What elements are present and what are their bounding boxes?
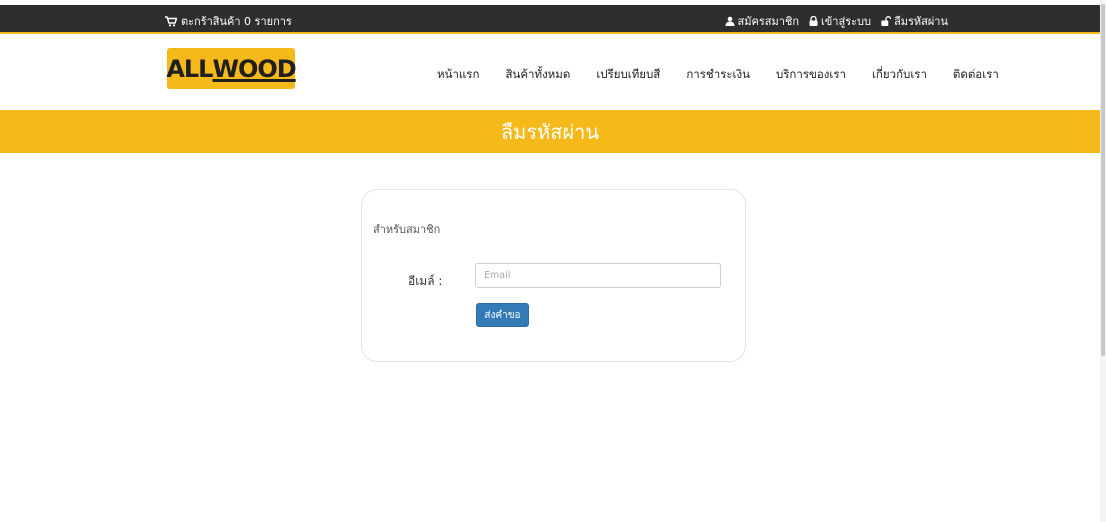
register-label: สมัครสมาชิก <box>737 15 800 28</box>
nav-services[interactable]: บริการของเรา <box>776 66 846 84</box>
form-subtitle: สำหรับสมาชิก <box>373 223 441 236</box>
nav-compare-colors[interactable]: เปรียบเทียบสี <box>596 66 660 84</box>
nav-payment[interactable]: การชำระเงิน <box>686 66 750 84</box>
email-field[interactable] <box>475 263 721 288</box>
header: ALL WOOD หน้าแรก สินค้าทั้งหมด เปรียบเทีย… <box>0 34 1100 110</box>
main-nav: หน้าแรก สินค้าทั้งหมด เปรียบเทียบสี การช… <box>437 66 1025 84</box>
page-title-banner: ลืมรหัสผ่าน <box>0 110 1100 153</box>
login-link[interactable]: เข้าสู่ระบบ <box>809 12 871 30</box>
scrollbar-thumb[interactable] <box>1101 4 1105 356</box>
register-link[interactable]: สมัครสมาชิก <box>725 12 800 30</box>
scrollbar[interactable] <box>1100 0 1106 522</box>
account-links: สมัครสมาชิก เข้าสู่ระบบ ลืมรหัสผ่าน <box>725 12 948 30</box>
top-bar: ตะกร้าสินค้า 0 รายการ สมัครสมาชิก เข้าสู… <box>0 5 1100 34</box>
user-icon <box>725 16 735 26</box>
lock-icon <box>809 16 818 26</box>
unlock-icon <box>881 16 891 26</box>
submit-button[interactable]: ส่งคำขอ <box>476 303 529 327</box>
login-label: เข้าสู่ระบบ <box>821 15 871 28</box>
cart-label: ตะกร้าสินค้า 0 รายการ <box>181 15 292 28</box>
email-label: อีเมล์ : <box>408 274 443 288</box>
logo-text-all: ALL <box>166 54 213 83</box>
page: ตะกร้าสินค้า 0 รายการ สมัครสมาชิก เข้าสู… <box>0 0 1106 522</box>
forgot-label: ลืมรหัสผ่าน <box>893 15 948 28</box>
nav-all-products[interactable]: สินค้าทั้งหมด <box>505 66 570 84</box>
logo[interactable]: ALL WOOD <box>166 48 297 89</box>
logo-text-wood: WOOD <box>212 54 296 83</box>
nav-home[interactable]: หน้าแรก <box>437 66 479 84</box>
cart-link[interactable]: ตะกร้าสินค้า 0 รายการ <box>165 12 292 30</box>
forgot-password-form: สำหรับสมาชิก อีเมล์ : ส่งคำขอ <box>361 189 746 362</box>
nav-about[interactable]: เกี่ยวกับเรา <box>872 66 927 84</box>
cart-icon <box>165 15 177 27</box>
page-title: ลืมรหัสผ่าน <box>500 119 600 144</box>
forgot-password-link[interactable]: ลืมรหัสผ่าน <box>881 12 948 30</box>
nav-contact[interactable]: ติดต่อเรา <box>953 66 999 84</box>
